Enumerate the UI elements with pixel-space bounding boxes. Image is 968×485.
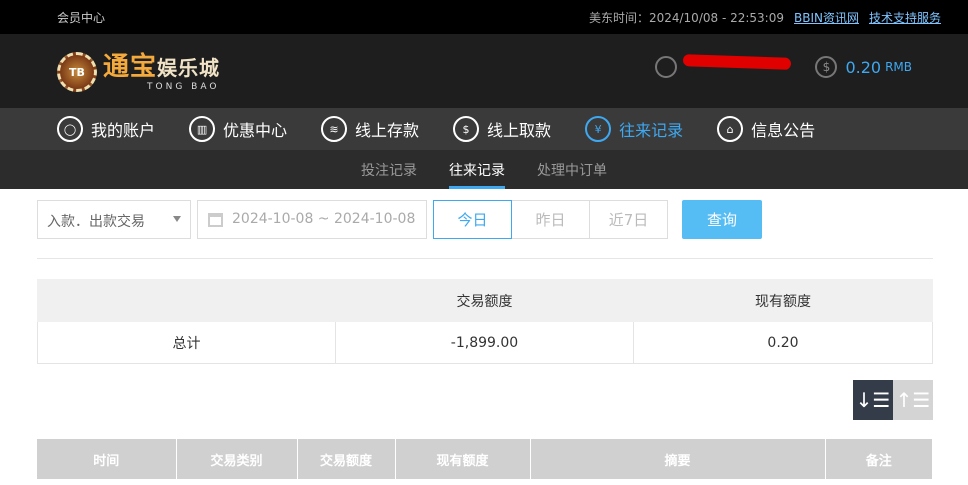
- balance-currency: RMB: [885, 60, 912, 74]
- sub-nav: 投注记录 往来记录 处理中订单: [0, 150, 968, 189]
- top-bar: 会员中心 美东时间：2024/10/08 - 22:53:09 BBIN资讯网 …: [0, 0, 968, 34]
- brand-logo[interactable]: TB 通宝娱乐城 TONG BAO: [57, 52, 220, 92]
- tab-pending-orders[interactable]: 处理中订单: [537, 150, 607, 189]
- nav-label: 信息公告: [751, 121, 816, 140]
- member-center-label: 会员中心: [57, 11, 106, 25]
- summary-header-cell: [37, 279, 336, 322]
- sort-toggle: ↓☰ ↑☰: [853, 380, 933, 420]
- nav-label: 线上存款: [355, 121, 420, 140]
- sort-descending-icon[interactable]: ↓☰: [853, 380, 893, 420]
- user-icon: ◯: [57, 116, 83, 142]
- nav-promotions[interactable]: ▥ 优惠中心: [189, 116, 287, 142]
- bell-icon: ⌂: [717, 116, 744, 142]
- calendar-icon: [208, 213, 223, 227]
- records-header-cell: 备注: [825, 439, 933, 479]
- today-button[interactable]: 今日: [433, 200, 512, 239]
- nav-deposit[interactable]: ≋ 线上存款: [321, 116, 419, 142]
- summary-header-cell: 交易额度: [335, 279, 634, 322]
- header: TB 通宝娱乐城 TONG BAO $ 0.20 RMB: [0, 34, 968, 108]
- date-range-input[interactable]: 2024-10-08 ~ 2024-10-08: [197, 200, 427, 239]
- bbin-news-link[interactable]: BBIN资讯网: [794, 9, 859, 26]
- records-header-row: 时间 交易类别 交易额度 现有额度 摘要 备注: [37, 439, 933, 479]
- balance-display: $ 0.20 RMB: [815, 56, 912, 78]
- summary-header-cell: 现有额度: [633, 279, 933, 322]
- records-header-cell: 交易类别: [176, 439, 298, 479]
- record-icon: ¥: [585, 116, 612, 142]
- gift-icon: ▥: [189, 116, 216, 142]
- summary-cell: 总计: [37, 321, 336, 364]
- transaction-type-value: 入款．出款交易: [47, 214, 145, 230]
- summary-row: 总计 -1,899.00 0.20: [37, 321, 933, 364]
- summary-cell: -1,899.00: [335, 321, 634, 364]
- nav-announcements[interactable]: ⌂ 信息公告: [717, 116, 815, 142]
- redacted-username: [682, 54, 792, 70]
- transaction-type-select[interactable]: 入款．出款交易: [37, 200, 191, 239]
- sort-ascending-icon[interactable]: ↑☰: [893, 380, 933, 420]
- tab-transaction-records[interactable]: 往来记录: [449, 150, 505, 189]
- filter-bar: 入款．出款交易 2024-10-08 ~ 2024-10-08 今日 昨日 近7…: [0, 189, 968, 259]
- brand-name-tail: 娱乐城: [157, 55, 221, 80]
- nav-label: 线上取款: [487, 121, 552, 140]
- records-header-cell: 交易额度: [297, 439, 396, 479]
- server-time: 美东时间：2024/10/08 - 22:53:09: [588, 11, 784, 25]
- tab-bet-records[interactable]: 投注记录: [361, 150, 417, 189]
- query-button[interactable]: 查询: [682, 200, 762, 239]
- date-range-value: 2024-10-08 ~ 2024-10-08: [232, 211, 416, 227]
- nav-my-account[interactable]: ◯ 我的账户: [57, 116, 155, 142]
- records-header-cell: 摘要: [530, 439, 826, 479]
- brand-sub: TONG BAO: [147, 81, 220, 92]
- main-nav: ◯ 我的账户 ▥ 优惠中心 ≋ 线上存款 $ 线上取款 ¥ 往来记录 ⌂ 信息公告: [0, 108, 968, 150]
- top-bar-right: 美东时间：2024/10/08 - 22:53:09 BBIN资讯网 技术支持服…: [589, 9, 941, 26]
- nav-label: 我的账户: [91, 121, 156, 140]
- divider: [37, 258, 933, 259]
- tech-support-link[interactable]: 技术支持服务: [869, 9, 941, 26]
- user-icon[interactable]: [655, 56, 677, 78]
- withdraw-icon: $: [453, 116, 480, 142]
- brand-text: 通宝娱乐城 TONG BAO: [103, 53, 220, 92]
- nav-label: 优惠中心: [223, 121, 288, 140]
- summary-cell: 0.20: [633, 321, 933, 364]
- summary-header-row: 交易额度 现有额度: [37, 279, 933, 322]
- nav-records[interactable]: ¥ 往来记录: [585, 116, 683, 142]
- yesterday-button[interactable]: 昨日: [511, 200, 590, 239]
- dollar-icon: $: [815, 56, 838, 78]
- summary-table: 交易额度 现有额度 总计 -1,899.00 0.20: [37, 279, 933, 364]
- deposit-icon: ≋: [321, 116, 348, 142]
- last-7-days-button[interactable]: 近7日: [589, 200, 668, 239]
- balance-value: 0.20: [845, 57, 882, 77]
- nav-label: 往来记录: [619, 121, 684, 140]
- brand-coin-icon: TB: [57, 52, 97, 92]
- brand-badge: TB: [69, 65, 85, 79]
- nav-withdraw[interactable]: $ 线上取款: [453, 116, 551, 142]
- records-header-cell: 现有额度: [395, 439, 531, 479]
- brand-name-main: 通宝: [103, 51, 158, 82]
- records-table: 时间 交易类别 交易额度 现有额度 摘要 备注: [37, 439, 933, 479]
- records-header-cell: 时间: [37, 439, 177, 479]
- caret-down-icon: [173, 216, 181, 222]
- quick-range-group: 今日 昨日 近7日: [433, 200, 668, 239]
